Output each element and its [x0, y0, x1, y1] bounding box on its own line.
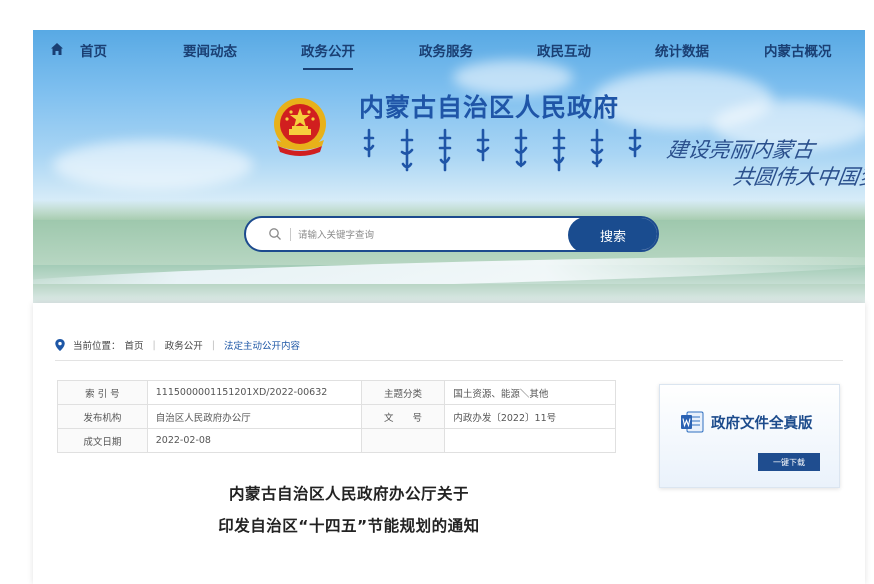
- document-title-line-1: 内蒙古自治区人民政府办公厅关于: [228, 485, 469, 503]
- breadcrumb-separator: |: [211, 339, 215, 351]
- header-banner: 首页 要闻动态 政务公开 政务服务 政民互动 统计数据 内蒙古概况 内蒙古自治区…: [33, 30, 865, 306]
- meta-value-doc-number: 内政办发〔2022〕11号: [444, 404, 616, 429]
- meta-label-category: 主题分类: [360, 380, 446, 405]
- search-input[interactable]: [298, 224, 558, 246]
- meta-value-date: 2022-02-08: [146, 428, 362, 453]
- meta-label-publisher: 发布机构: [57, 404, 148, 429]
- meta-value-empty: [444, 428, 616, 453]
- breadcrumb-divider: [55, 360, 843, 361]
- search-divider: [290, 228, 291, 241]
- search-button[interactable]: 搜索: [568, 218, 657, 250]
- meta-label-empty: [360, 428, 446, 453]
- document-metadata-table: 索 引 号 11150000011512​01XD/2022-00632 主题分…: [57, 380, 616, 453]
- meta-label-date: 成文日期: [57, 428, 148, 453]
- one-click-download-button[interactable]: 一键下载: [758, 453, 820, 471]
- word-document-icon: [681, 411, 704, 433]
- breadcrumb-item-statutory-content[interactable]: 法定主动公开内容: [224, 338, 300, 352]
- location-pin-icon: [55, 339, 65, 351]
- meta-value-publisher: 自治区人民政府办公厅: [146, 404, 362, 429]
- breadcrumb-item-gov-affairs-open[interactable]: 政务公开: [165, 338, 203, 352]
- top-navigation: 首页 要闻动态 政务公开 政务服务 政民互动 统计数据 内蒙古概况: [33, 30, 865, 70]
- cloud-decoration: [53, 140, 253, 190]
- slogan-line-2: 共圆伟大中国梦: [731, 165, 865, 189]
- meta-label-doc-number: 文 号: [360, 404, 446, 429]
- breadcrumb-separator: |: [152, 339, 156, 351]
- full-text-title: 政府文件全真版: [711, 415, 813, 432]
- search-bar: 搜索: [244, 216, 659, 252]
- nav-item-news[interactable]: 要闻动态: [183, 40, 237, 60]
- meta-value-index: 11150000011512​01XD/2022-00632: [146, 380, 362, 405]
- home-icon[interactable]: [50, 42, 64, 56]
- meta-label-index: 索 引 号: [57, 380, 148, 405]
- table-row: 成文日期 2022-02-08: [57, 428, 616, 453]
- meta-value-category: 国土资源、能源＼其他: [444, 380, 616, 405]
- nav-item-gov-affairs-open[interactable]: 政务公开: [301, 40, 355, 70]
- national-emblem-icon: [274, 98, 326, 156]
- content-card: 当前位置： 首页 | 政务公开 | 法定主动公开内容 索 引 号 1115000…: [33, 303, 865, 584]
- site-title: 内蒙古自治区人民政府: [359, 93, 620, 122]
- nav-item-overview[interactable]: 内蒙古概况: [764, 40, 832, 60]
- table-row: 发布机构 自治区人民政府办公厅 文 号 内政办发〔2022〕11号: [57, 404, 616, 429]
- nav-item-statistics[interactable]: 统计数据: [655, 40, 709, 60]
- breadcrumb-item-home[interactable]: 首页: [125, 338, 144, 352]
- slogan-line-1: 建设亮丽内蒙古: [665, 138, 816, 162]
- mongolian-script-title: [363, 128, 642, 172]
- nav-item-home[interactable]: 首页: [80, 40, 107, 60]
- search-icon: [269, 228, 281, 240]
- nav-item-interaction[interactable]: 政民互动: [537, 40, 591, 60]
- nav-item-gov-services[interactable]: 政务服务: [419, 40, 473, 60]
- full-text-document-widget: 政府文件全真版 一键下载: [659, 384, 840, 488]
- table-row: 索 引 号 11150000011512​01XD/2022-00632 主题分…: [57, 380, 616, 405]
- breadcrumb-prefix: 当前位置：: [73, 341, 121, 352]
- breadcrumb: 当前位置： 首页 | 政务公开 | 法定主动公开内容: [55, 338, 302, 352]
- document-title-line-2: 印发自治区“十四五”节能规划的通知: [218, 517, 480, 535]
